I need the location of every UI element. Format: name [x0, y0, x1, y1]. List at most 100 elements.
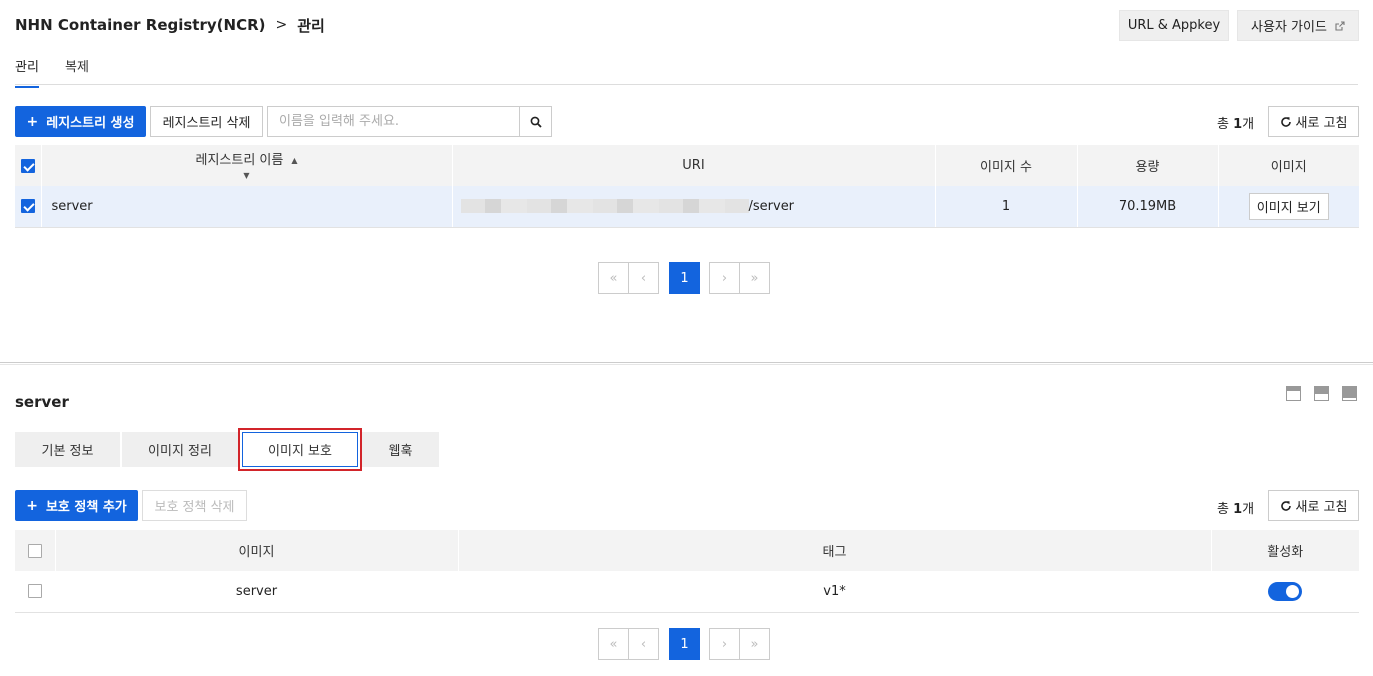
table-header: 레지스트리 이름 ▲ ▼ URI 이미지 수 용량 이미지 [15, 145, 1359, 186]
tab-webhook[interactable]: 웹훅 [362, 432, 439, 467]
enable-toggle[interactable] [1268, 581, 1303, 601]
delete-protection-label: 보호 정책 삭제 [154, 500, 235, 515]
total-suffix: 개 [1242, 117, 1255, 132]
registry-table: 레지스트리 이름 ▲ ▼ URI 이미지 수 용량 이미지 server /serv… [15, 145, 1359, 228]
view-images-button[interactable]: 이미지 보기 [1248, 192, 1329, 220]
row-checkbox-cell [15, 571, 55, 613]
column-name-label: 레지스트리 이름 [195, 152, 284, 168]
first-page-button[interactable]: « [598, 262, 629, 294]
registry-total: 총 1개 [1217, 113, 1254, 132]
layout-half-icon[interactable] [1314, 386, 1329, 401]
detail-title: server [15, 393, 69, 411]
url-appkey-button[interactable]: URL & Appkey [1119, 10, 1229, 41]
layout-full-icon[interactable] [1342, 386, 1357, 401]
image-count: 1 [934, 186, 1077, 228]
page-1-button[interactable]: 1 [669, 628, 700, 660]
delete-registry-button[interactable]: 레지스트리 삭제 [150, 106, 263, 137]
user-guide-label: 사용자 가이드 [1251, 20, 1327, 35]
row-checkbox[interactable] [27, 584, 42, 599]
first-page-button[interactable]: « [598, 628, 629, 660]
column-header[interactable]: 레지스트리 이름 ▲ ▼ [40, 145, 452, 186]
registry-uri: /server [451, 186, 935, 228]
tab-basic-info-label: 기본 정보 [41, 444, 94, 459]
row-checkbox-cell [15, 186, 41, 228]
last-page-button[interactable]: » [739, 628, 770, 660]
refresh-icon [1280, 500, 1292, 512]
total-count: 1 [1233, 117, 1243, 132]
search-input[interactable] [268, 107, 519, 136]
user-guide-button[interactable]: 사용자 가이드 [1237, 10, 1359, 41]
total-count: 1 [1233, 502, 1243, 517]
protection-refresh-button[interactable]: 새로 고침 [1268, 490, 1359, 521]
last-page-button[interactable]: » [739, 262, 770, 294]
select-all-checkbox[interactable] [20, 158, 35, 173]
breadcrumb-page: 관리 [297, 16, 325, 35]
delete-registry-label: 레지스트리 삭제 [162, 116, 251, 131]
table-row[interactable]: server v1* [15, 571, 1359, 613]
column-header: 이미지 수 [934, 145, 1077, 186]
tab-image-protection[interactable]: 이미지 보호 [238, 428, 362, 471]
total-suffix: 개 [1242, 502, 1255, 517]
tab-image-cleanup[interactable]: 이미지 정리 [122, 432, 238, 467]
registry-uri-suffix: /server [748, 198, 795, 214]
add-protection-policy-button[interactable]: + 보호 정책 추가 [15, 490, 138, 521]
tab-webhook-label: 웹훅 [388, 444, 413, 459]
prev-page-button[interactable]: ‹ [628, 262, 659, 294]
tab-basic-info[interactable]: 기본 정보 [15, 432, 120, 467]
breadcrumb-separator: > [275, 17, 288, 33]
column-header: 태그 [457, 530, 1211, 571]
next-page-button[interactable]: › [709, 262, 740, 294]
tab-replication[interactable]: 복제 [65, 56, 89, 75]
breadcrumb: NHN Container Registry(NCR) > 관리 [15, 14, 325, 36]
protection-table: 이미지 태그 활성화 server v1* [15, 530, 1359, 613]
enable-cell [1210, 571, 1359, 613]
delete-protection-policy-button[interactable]: 보호 정책 삭제 [142, 490, 247, 521]
refresh-label: 새로 고침 [1295, 116, 1348, 131]
table-header: 이미지 태그 활성화 [15, 530, 1359, 571]
registry-pagination: « ‹ 1 › » [598, 262, 770, 294]
search-icon [530, 116, 542, 128]
registry-name: server [40, 186, 452, 228]
create-registry-label: 레지스트리 생성 [46, 116, 135, 131]
tab-image-protection-label: 이미지 보호 [268, 444, 332, 459]
table-row[interactable]: server /server 1 70.19MB 이미지 보기 [15, 186, 1359, 228]
row-checkbox[interactable] [20, 199, 35, 214]
protection-total: 총 1개 [1217, 498, 1254, 517]
select-all-checkbox[interactable] [27, 543, 42, 558]
redacted-uri-host [460, 199, 749, 214]
header-checkbox-cell [15, 145, 41, 186]
registry-search [267, 106, 552, 137]
refresh-label: 새로 고침 [1295, 500, 1348, 515]
search-button[interactable] [519, 107, 551, 136]
total-prefix: 총 [1217, 117, 1234, 132]
tab-image-cleanup-label: 이미지 정리 [148, 444, 212, 459]
protection-image: server [54, 571, 458, 613]
add-protection-label: 보호 정책 추가 [45, 500, 127, 515]
column-header: 이미지 [54, 530, 458, 571]
view-images-cell: 이미지 보기 [1217, 186, 1359, 228]
protection-pagination: « ‹ 1 › » [598, 628, 770, 660]
prev-page-button[interactable]: ‹ [628, 628, 659, 660]
next-page-button[interactable]: › [709, 628, 740, 660]
url-appkey-label: URL & Appkey [1127, 18, 1221, 33]
refresh-icon [1280, 116, 1292, 128]
layout-top-icon[interactable] [1286, 386, 1301, 401]
column-header: URI [451, 145, 935, 186]
column-header: 용량 [1076, 145, 1218, 186]
create-registry-button[interactable]: + 레지스트리 생성 [15, 106, 146, 137]
registry-refresh-button[interactable]: 새로 고침 [1268, 106, 1359, 137]
main-tabs: 관리 복제 [15, 44, 1358, 88]
plus-icon: + [26, 497, 38, 514]
column-header: 이미지 [1217, 145, 1359, 186]
registry-size: 70.19MB [1076, 186, 1218, 228]
breadcrumb-service: NHN Container Registry(NCR) [15, 16, 266, 34]
total-prefix: 총 [1217, 502, 1234, 517]
column-header: 활성화 [1210, 530, 1359, 571]
external-link-icon [1335, 20, 1345, 31]
protection-tag: v1* [457, 571, 1211, 613]
page-1-button[interactable]: 1 [669, 262, 700, 294]
plus-icon: + [26, 113, 39, 130]
tab-manage[interactable]: 관리 [15, 56, 39, 88]
panel-resize-divider[interactable] [0, 362, 1373, 365]
header-checkbox-cell [15, 530, 55, 571]
